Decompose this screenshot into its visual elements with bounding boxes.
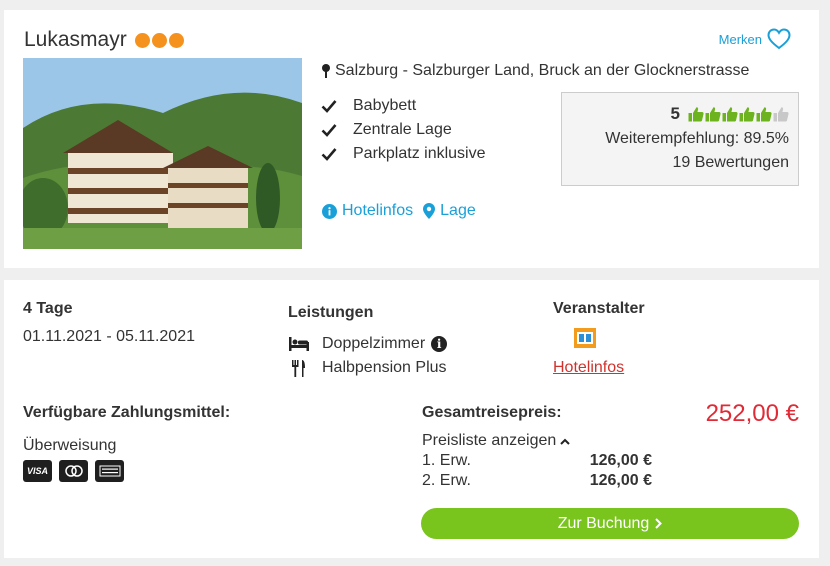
payment-title: Verfügbare Zahlungsmittel: [23,404,231,421]
check-icon [321,148,337,161]
cutlery-icon [292,359,305,377]
price-row-label: 1. Erw. [422,452,471,469]
feature-label: Parkplatz inklusive [353,145,486,162]
price-row-amount: 126,00 € [589,452,652,469]
map-marker-icon[interactable] [423,203,436,219]
check-icon [321,100,337,113]
hotel-name[interactable]: Lukasmayr [24,28,127,52]
rating-thumbs [688,106,789,122]
booking-label[interactable]: Zur Buchung [558,515,650,533]
board-type: Halbpension Plus [288,359,447,377]
recommendation-rate: Weiterempfehlung: 89.5% [605,130,789,147]
travel-dates: 01.11.2021 - 05.11.2021 [23,328,195,345]
feature-item: Zentrale Lage [321,118,486,142]
feature-label: Babybett [353,97,417,114]
amex-icon [95,460,124,482]
feature-label: Zentrale Lage [353,121,452,138]
duration: 4 Tage [23,300,73,317]
chevron-right-icon[interactable] [655,518,663,529]
feature-item: Parkplatz inklusive [321,142,486,166]
hotelinfos-link[interactable]: Hotelinfos [322,202,413,220]
price-row: 1. Erw. 126,00 € [422,452,652,470]
hotel-title[interactable]: Lukasmayr [24,28,184,52]
info-icon[interactable] [322,203,337,219]
hotel-card: Lukasmayr Merken Salzburg - Salzburger L… [4,10,819,268]
operator-logo-icon [574,328,596,348]
thumb-up-filled-icon [739,107,755,122]
location-text: Salzburg - Salzburger Land, Bruck an der… [335,62,750,79]
review-count[interactable]: 19 Bewertungen [562,153,789,173]
room-info-icon[interactable]: i [431,336,448,352]
map-pin-icon [322,64,330,78]
thumb-up-filled-icon [722,107,738,122]
thumb-up-filled-icon [756,107,772,122]
thumb-up-empty-icon [773,107,789,122]
hotel-links: Hotelinfos Lage [322,202,476,220]
pricelist-toggle[interactable]: Preisliste anzeigen [422,432,571,450]
offer-card: 4 Tage 01.11.2021 - 05.11.2021 Leistunge… [4,280,819,558]
board-label: Halbpension Plus [322,359,447,376]
hotelinfos-label[interactable]: Hotelinfos [342,202,413,220]
pricelist-label[interactable]: Preisliste anzeigen [422,432,556,450]
thumb-up-filled-icon [705,107,721,122]
chevron-up-icon[interactable] [560,438,571,445]
room-label: Doppelzimmer [322,335,426,352]
category-dot-icon [151,32,167,48]
thumb-up-filled-icon [688,107,704,122]
hotel-photo[interactable] [23,58,302,249]
check-icon [321,124,337,137]
booking-button[interactable]: Zur Buchung [421,508,799,539]
services-title: Leistungen [288,304,374,321]
category-dots [134,32,184,48]
feature-list: Babybett Zentrale Lage Parkplatz inklusive [321,94,486,166]
price-row-label: 2. Erw. [422,472,471,489]
rating-box[interactable]: 5 Weiterempfehlung: 89.5% 19 Bewertungen [561,92,799,186]
bed-icon [289,337,309,351]
merken-button[interactable]: Merken [719,28,791,50]
merken-label[interactable]: Merken [719,32,762,47]
operator-title: Veranstalter [553,300,645,317]
category-dot-icon [134,32,150,48]
mastercard-icon [59,460,88,482]
total-price: 252,00 € [705,400,799,427]
feature-item: Babybett [321,94,486,118]
payment-cards: VISA [23,460,124,482]
lage-link[interactable]: Lage [423,202,476,220]
lage-label[interactable]: Lage [440,202,476,220]
category-dot-icon [168,32,184,48]
payment-method: Überweisung [23,437,117,454]
visa-icon: VISA [23,460,52,482]
rating-score: 5 [670,104,680,123]
operator-hotelinfos-link[interactable]: Hotelinfos [553,359,624,377]
room-type: Doppelzimmer i [288,335,448,353]
heart-icon[interactable] [767,28,791,50]
hotel-location: Salzburg - Salzburger Land, Bruck an der… [321,62,749,80]
price-row: 2. Erw. 126,00 € [422,472,652,490]
total-label: Gesamtreisepreis: [422,404,562,421]
price-row-amount: 126,00 € [589,472,652,489]
